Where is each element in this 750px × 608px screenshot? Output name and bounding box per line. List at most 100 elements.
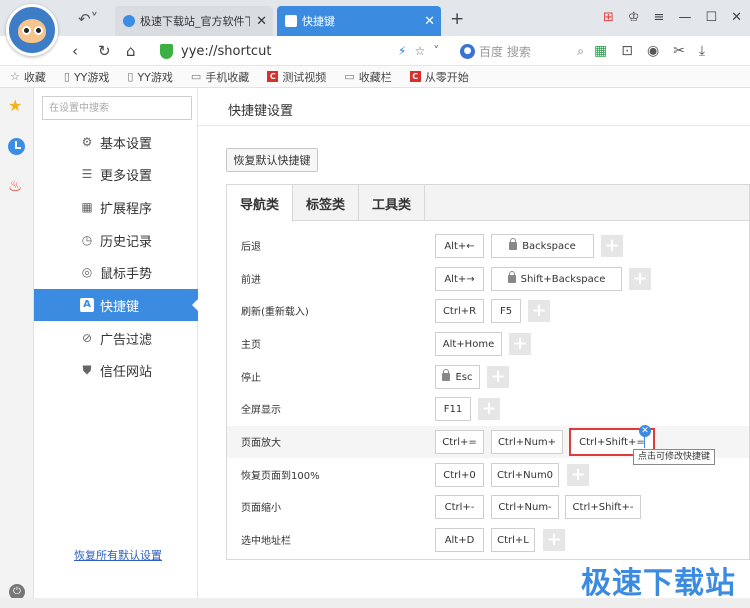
shortcut-key[interactable]: F11 <box>435 397 471 421</box>
bookmark-star-icon[interactable]: ☆ <box>414 44 425 58</box>
add-shortcut-button[interactable]: + <box>509 333 531 355</box>
title-bar: ↶˅ 极速下载站_官方软件下载_ ✕ 快捷键 ✕ + ⊞ ♔ ≡ — ☐ ✕ <box>0 0 750 36</box>
tab-close-icon[interactable]: ✕ <box>256 14 267 29</box>
menu-icon[interactable]: ≡ <box>654 10 665 25</box>
search-icon[interactable]: ⌕ <box>577 44 584 59</box>
close-icon[interactable]: ✕ <box>731 10 742 25</box>
shortcut-label: 页面放大 <box>241 438 281 449</box>
shortcut-row-zoom-reset: 恢复页面到100% Ctrl+0 Ctrl+Num0 + <box>227 459 749 491</box>
add-shortcut-button[interactable]: + <box>478 398 500 420</box>
sidebar-item-shortcuts[interactable]: A 快捷键 <box>34 289 199 321</box>
url-text[interactable]: yye://shortcut <box>181 44 271 59</box>
page-icon: ▯ <box>63 70 70 83</box>
sidebar-item-more[interactable]: ☰ 更多设置 <box>34 158 198 190</box>
shortcut-label: 刷新(重新载入) <box>241 307 309 318</box>
minimize-icon[interactable]: — <box>678 10 691 25</box>
shortcut-key[interactable]: Alt+D <box>435 528 484 552</box>
hot-fire-icon[interactable]: ♨ <box>8 176 22 195</box>
tooltip-pointer <box>644 436 645 448</box>
sidebar-item-adblock[interactable]: ⊘ 广告过滤 <box>34 322 198 354</box>
tab-downloads-site[interactable]: 极速下载站_官方软件下载_ ✕ <box>115 6 273 36</box>
scissors-icon[interactable]: ✂ <box>673 43 685 59</box>
tab-tools[interactable]: 工具类 <box>359 185 425 221</box>
shortcut-key[interactable]: Ctrl+- <box>435 495 484 519</box>
bookmark-item[interactable]: C 从零开始 <box>409 69 469 85</box>
shortcut-key[interactable]: Ctrl+Num0 <box>491 463 559 487</box>
sidebar-item-history[interactable]: ◷ 历史记录 <box>34 224 198 256</box>
history-clock-icon[interactable] <box>8 138 25 155</box>
bookmark-item[interactable]: ☆ 收藏 <box>10 69 46 85</box>
sidebar-item-gestures[interactable]: ◎ 鼠标手势 <box>34 256 198 288</box>
shortcut-key[interactable]: Alt+→ <box>435 267 484 291</box>
home-icon[interactable]: ⌂ <box>126 42 136 60</box>
shortcut-label: 前进 <box>241 275 261 286</box>
restore-all-defaults-link[interactable]: 恢复所有默认设置 <box>74 547 162 563</box>
add-shortcut-button[interactable]: + <box>543 529 565 551</box>
settings-search-input[interactable] <box>42 96 192 120</box>
shortcut-key[interactable]: Shift+Backspace <box>491 267 622 291</box>
shortcut-key[interactable]: Backspace <box>491 234 594 258</box>
maximize-icon[interactable]: ☐ <box>705 10 717 25</box>
bookmark-item[interactable]: ▯ YY游戏 <box>64 69 110 85</box>
shortcut-row-forward: 前进 Alt+→ Shift+Backspace + <box>227 263 749 295</box>
shortcut-key[interactable]: Ctrl+Num- <box>491 495 559 519</box>
shortcut-label: 停止 <box>241 373 261 384</box>
refresh-icon[interactable]: ↻ <box>98 42 111 60</box>
browser-logo[interactable] <box>6 4 58 56</box>
add-shortcut-button[interactable]: + <box>629 268 651 290</box>
favorites-star-icon[interactable]: ★ <box>8 96 22 115</box>
skin-icon[interactable]: ♔ <box>628 10 640 25</box>
shortcut-key[interactable]: Esc <box>435 365 480 389</box>
search-input[interactable]: 百度 搜索 <box>479 43 573 60</box>
shortcut-key[interactable]: Ctrl+R <box>435 299 484 323</box>
tab-shortcuts[interactable]: 快捷键 ✕ <box>277 6 441 36</box>
shortcut-key[interactable]: Ctrl+L <box>491 528 535 552</box>
shortcut-key[interactable]: Alt+← <box>435 234 484 258</box>
undo-close-tab-icon[interactable]: ↶˅ <box>78 10 98 28</box>
sidebar-item-trusted[interactable]: ⛊ 信任网站 <box>34 354 198 386</box>
shortcut-key[interactable]: F5 <box>491 299 521 323</box>
shortcut-panel: 导航类 标签类 工具类 后退 Alt+← Backspace + 前进 Alt+… <box>226 184 750 560</box>
dropdown-icon[interactable]: ˅ <box>433 44 439 58</box>
game-icon[interactable]: ⊡ <box>621 43 633 59</box>
gift-icon[interactable]: ⊞ <box>603 10 614 25</box>
restore-default-shortcuts-button[interactable]: 恢复默认快捷键 <box>226 148 318 172</box>
search-box[interactable]: ● 百度 搜索 ⌕ <box>460 41 584 62</box>
tab-navigation[interactable]: 导航类 <box>227 185 293 222</box>
back-icon[interactable]: ‹ <box>72 42 78 60</box>
shortcut-key[interactable]: Alt+Home <box>435 332 502 356</box>
bookmark-item[interactable]: ▭ 收藏栏 <box>344 69 391 85</box>
shortcut-key[interactable]: Ctrl+0 <box>435 463 484 487</box>
download-icon[interactable]: ⤓ <box>699 43 705 59</box>
lightning-icon[interactable]: ⚡ <box>398 44 406 58</box>
shortcut-key[interactable]: Ctrl+Num+ <box>491 430 563 454</box>
shortcut-key[interactable]: Ctrl+= <box>435 430 484 454</box>
shortcut-label: 选中地址栏 <box>241 536 291 547</box>
apps-icon[interactable]: ▦ <box>594 43 607 59</box>
side-rail: ★ ♨ ⏻ <box>0 88 34 608</box>
bookmark-item[interactable]: ▭ 手机收藏 <box>191 69 249 85</box>
folder-icon: ▭ <box>344 70 355 83</box>
add-shortcut-button[interactable]: + <box>601 235 623 257</box>
shortcut-key[interactable]: Ctrl+Shift+- <box>565 495 641 519</box>
settings-sidebar: ⚙基本设置 ☰更多设置 ▦扩展程序 ◷历史记录 ◎鼠标手势 A快捷键 ⊘广告过滤… <box>34 88 199 608</box>
bookmark-item[interactable]: ▯ YY游戏 <box>127 69 173 85</box>
add-shortcut-button[interactable]: + <box>487 366 509 388</box>
block-icon: ⊘ <box>81 331 93 345</box>
new-tab-icon[interactable]: + <box>450 9 464 29</box>
grid-icon: ▦ <box>81 200 93 214</box>
add-shortcut-button[interactable]: + <box>567 464 589 486</box>
sidebar-item-extensions[interactable]: ▦ 扩展程序 <box>34 191 198 223</box>
shortcut-label: 后退 <box>241 242 261 253</box>
shortcut-row-select-address: 选中地址栏 Alt+D Ctrl+L + <box>227 524 749 556</box>
bookmark-item[interactable]: C 测试视频 <box>267 69 326 85</box>
tab-tabs[interactable]: 标签类 <box>293 185 359 221</box>
sidebar-item-basic[interactable]: ⚙ 基本设置 <box>34 126 198 158</box>
mascot-icon[interactable]: ◉ <box>647 43 659 59</box>
baidu-paw-icon[interactable]: ● <box>460 44 475 59</box>
tab-close-icon[interactable]: ✕ <box>424 14 435 29</box>
remove-shortcut-icon[interactable]: ✕ <box>639 425 651 437</box>
navigation-bar: ‹ ↻ ⌂ yye://shortcut ⚡ ☆ ˅ ● 百度 搜索 ⌕ ▦ ⊡… <box>0 36 750 66</box>
tab-title: 快捷键 <box>302 15 335 28</box>
add-shortcut-button[interactable]: + <box>528 300 550 322</box>
